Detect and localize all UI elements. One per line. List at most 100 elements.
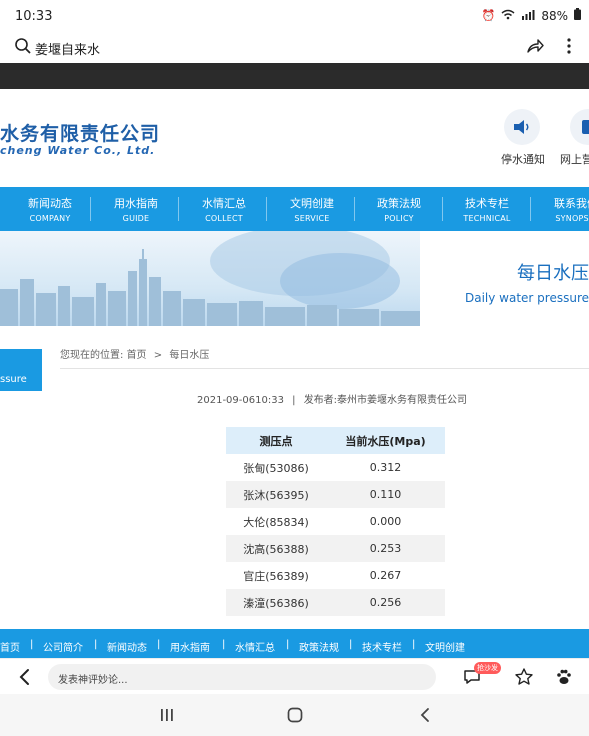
- browser-bottom-bar: 发表神评妙论... 抢沙发: [0, 658, 589, 694]
- nav-divider: [266, 197, 267, 221]
- nav-divider: [530, 197, 531, 221]
- breadcrumb: 您现在的位置: 首页 > 每日水压: [60, 346, 209, 361]
- breadcrumb-prefix: 您现在的位置:: [60, 350, 124, 361]
- footer-link-about[interactable]: 公司简介: [43, 639, 83, 654]
- status-time: 10:33: [15, 9, 53, 24]
- measure-point: 溱潼(56386): [226, 589, 326, 616]
- status-icons: ⏰ 88%: [482, 8, 581, 23]
- paw-icon[interactable]: [554, 667, 574, 687]
- nav-divider: [354, 197, 355, 221]
- nav-label-en: COLLECT: [205, 214, 243, 223]
- side-category-tab[interactable]: ssure: [0, 349, 42, 391]
- table-row: 张沐(56395) 0.110: [226, 481, 445, 508]
- home-icon[interactable]: [286, 706, 304, 724]
- nav-item-service[interactable]: 文明创建 SERVICE: [284, 195, 340, 223]
- service-icon[interactable]: [570, 109, 589, 145]
- footer-divider: |: [286, 639, 290, 650]
- pressure-value: 0.267: [369, 569, 402, 582]
- publish-datetime: 2021-09-0610:33: [197, 395, 284, 406]
- comment-badge: 抢沙发: [474, 662, 501, 674]
- footer-divider: |: [94, 639, 98, 650]
- footer-divider: |: [349, 639, 353, 650]
- nav-label-cn: 新闻动态: [28, 197, 72, 210]
- site-header: 水务有限责任公司 cheng Water Co., Ltd. 停水通知 网上营: [0, 89, 589, 187]
- system-back-icon[interactable]: [416, 706, 434, 724]
- footer-link-collect[interactable]: 水情汇总: [235, 639, 275, 654]
- footer-nav: 首页 | 公司简介 | 新闻动态 | 用水指南 | 水情汇总 | 政策法规 | …: [0, 629, 589, 659]
- alarm-icon: ⏰: [481, 9, 496, 22]
- comment-input[interactable]: 发表神评妙论...: [48, 664, 436, 690]
- back-icon[interactable]: [18, 668, 30, 686]
- star-icon[interactable]: [514, 667, 534, 687]
- table-row: 张甸(53086) 0.312: [226, 454, 445, 481]
- nav-item-news[interactable]: 新闻动态 COMPANY: [22, 195, 78, 223]
- measure-point: 张甸(53086): [243, 461, 309, 475]
- search-query[interactable]: 姜堰自来水: [35, 39, 100, 58]
- nav-label-en: TECHNICAL: [463, 214, 511, 223]
- footer-divider: |: [222, 639, 226, 650]
- nav-label-cn: 联系我们: [554, 197, 589, 210]
- breadcrumb-home[interactable]: 首页: [127, 350, 147, 361]
- nav-item-policy[interactable]: 政策法规 POLICY: [371, 195, 427, 223]
- search-icon[interactable]: [14, 37, 32, 55]
- footer-link-technical[interactable]: 技术专栏: [362, 639, 402, 654]
- battery-percent: 88%: [541, 8, 568, 23]
- breadcrumb-current[interactable]: 每日水压: [169, 350, 209, 361]
- more-options-icon[interactable]: [565, 36, 573, 56]
- nav-label-cn: 技术专栏: [465, 197, 509, 210]
- pressure-value: 0.110: [326, 481, 445, 508]
- pressure-value: 0.256: [326, 589, 445, 616]
- share-icon[interactable]: [525, 36, 545, 56]
- signal-icon: [521, 9, 535, 23]
- pressure-value: 0.312: [369, 461, 402, 474]
- nav-label-cn: 文明创建: [290, 197, 334, 210]
- nav-label-en: COMPANY: [29, 214, 71, 223]
- address-bar: 姜堰自来水: [0, 32, 589, 62]
- banner-subtitle: Daily water pressure: [464, 291, 589, 305]
- footer-link-home[interactable]: 首页: [0, 639, 20, 654]
- table-row: 溱潼(56386) 0.256: [226, 589, 445, 616]
- nav-item-guide[interactable]: 用水指南 GUIDE: [108, 195, 164, 223]
- main-nav: 新闻动态 COMPANY 用水指南 GUIDE 水情汇总 COLLECT 文明创…: [0, 187, 589, 231]
- nav-label-en: SERVICE: [294, 214, 330, 223]
- footer-divider: |: [412, 639, 416, 650]
- nav-divider: [442, 197, 443, 221]
- city-skyline-image: [0, 231, 420, 326]
- nav-item-collect[interactable]: 水情汇总 COLLECT: [196, 195, 252, 223]
- measure-point: 沈高(56388): [226, 535, 326, 562]
- column-header: 测压点: [226, 427, 326, 454]
- online-service-link[interactable]: 网上营: [560, 151, 589, 167]
- pressure-value: 0.253: [326, 535, 445, 562]
- column-header: 当前水压(Mpa): [326, 427, 445, 454]
- measure-point: 大伦(85834): [243, 515, 309, 529]
- nav-item-contact[interactable]: 联系我们 SYNOPSIS: [547, 195, 589, 223]
- table-header-row: 测压点 当前水压(Mpa): [226, 427, 445, 454]
- measure-point: 张沐(56395): [226, 481, 326, 508]
- page-banner: 每日水压 Daily water pressure: [0, 231, 589, 326]
- footer-divider: |: [30, 639, 34, 650]
- wifi-icon: [501, 9, 515, 23]
- speaker-icon[interactable]: [504, 109, 540, 145]
- table-row: 官庄(56389) 0.267: [226, 562, 445, 589]
- nav-label-cn: 水情汇总: [202, 197, 246, 210]
- nav-label-en: POLICY: [384, 214, 414, 223]
- footer-link-civilization[interactable]: 文明创建: [425, 639, 465, 654]
- table-row: 沈高(56388) 0.253: [226, 535, 445, 562]
- nav-divider: [90, 197, 91, 221]
- water-outage-notice-link[interactable]: 停水通知: [501, 151, 545, 167]
- article-meta: 2021-09-0610:33 | 发布者:泰州市姜堰水务有限责任公司: [197, 391, 467, 406]
- nav-label-cn: 政策法规: [377, 197, 421, 210]
- nav-item-technical[interactable]: 技术专栏 TECHNICAL: [458, 195, 516, 223]
- top-dark-band: [0, 63, 589, 89]
- recent-apps-icon[interactable]: [158, 706, 176, 724]
- company-logo-cn[interactable]: 水务有限责任公司: [0, 119, 160, 146]
- footer-link-guide[interactable]: 用水指南: [170, 639, 210, 654]
- nav-label-en: GUIDE: [122, 214, 150, 223]
- meta-divider: |: [292, 395, 296, 406]
- breadcrumb-separator: >: [153, 350, 163, 361]
- footer-link-policy[interactable]: 政策法规: [299, 639, 339, 654]
- company-logo-en[interactable]: cheng Water Co., Ltd.: [0, 144, 155, 157]
- footer-link-news[interactable]: 新闻动态: [107, 639, 147, 654]
- nav-label-en: SYNOPSIS: [555, 214, 589, 223]
- water-pressure-table: 测压点 当前水压(Mpa) 张甸(53086) 0.312 张沐(56395) …: [226, 427, 445, 616]
